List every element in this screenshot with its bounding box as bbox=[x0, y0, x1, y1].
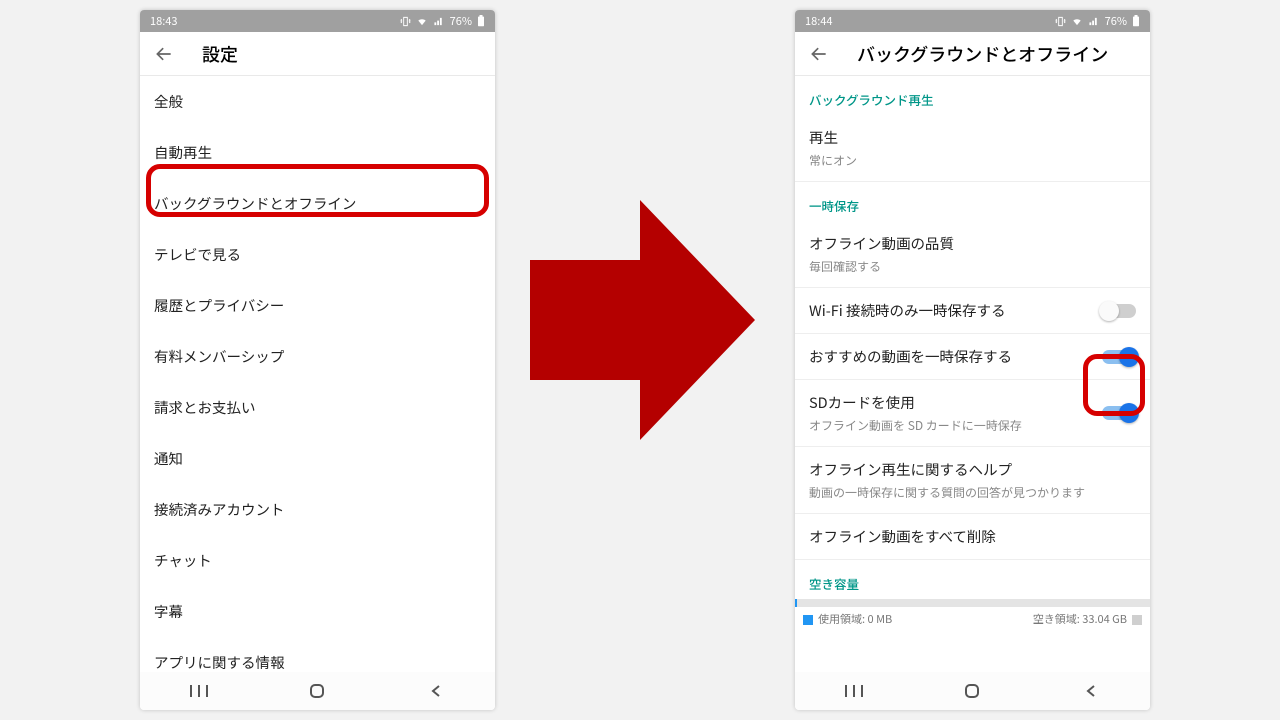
settings-row[interactable]: アプリに関する情報 bbox=[140, 637, 495, 672]
settings-row[interactable]: 自動再生 bbox=[140, 127, 495, 178]
home-icon[interactable] bbox=[306, 680, 328, 702]
wifi-icon bbox=[416, 16, 428, 27]
signal-icon bbox=[433, 16, 445, 27]
row-recommended-label: おすすめの動画を一時保存する bbox=[809, 346, 1102, 367]
home-icon[interactable] bbox=[961, 680, 983, 702]
recents-icon[interactable] bbox=[188, 680, 210, 702]
row-quality[interactable]: オフライン動画の品質 毎回確認する bbox=[795, 221, 1150, 288]
row-play[interactable]: 再生 常にオン bbox=[795, 115, 1150, 182]
row-wifi-only[interactable]: Wi-Fi 接続時のみ一時保存する bbox=[795, 288, 1150, 334]
storage-meter: 使用領域: 0 MB 空き領域: 33.04 GB bbox=[795, 599, 1150, 639]
app-bar: バックグラウンドとオフライン bbox=[795, 32, 1150, 76]
battery-icon bbox=[477, 15, 485, 27]
toggle-wifi-only[interactable] bbox=[1102, 304, 1136, 318]
section-storage: 空き容量 bbox=[795, 560, 1150, 599]
section-temp: 一時保存 bbox=[795, 182, 1150, 221]
toggle-sdcard[interactable] bbox=[1102, 406, 1136, 420]
settings-row[interactable]: 全般 bbox=[140, 76, 495, 127]
row-play-label: 再生 bbox=[809, 127, 1136, 148]
stage: 18:43 76% 設定 全般自動再生バックグラウンドとオフラインテレビで見る履… bbox=[0, 0, 1280, 720]
status-battery-text: 76% bbox=[1105, 13, 1127, 29]
settings-row[interactable]: バックグラウンドとオフライン bbox=[140, 178, 495, 229]
settings-row[interactable]: 履歴とプライバシー bbox=[140, 280, 495, 331]
back-icon[interactable] bbox=[807, 42, 831, 66]
row-help-sub: 動画の一時保存に関する質問の回答が見つかります bbox=[809, 484, 1136, 501]
vibrate-icon bbox=[400, 16, 411, 27]
row-help-label: オフライン再生に関するヘルプ bbox=[809, 459, 1136, 480]
android-nav-bar bbox=[795, 672, 1150, 710]
status-time: 18:43 bbox=[150, 13, 177, 29]
page-title: 設定 bbox=[202, 41, 238, 67]
status-time: 18:44 bbox=[805, 13, 832, 29]
settings-row[interactable]: 接続済みアカウント bbox=[140, 484, 495, 535]
row-quality-sub: 毎回確認する bbox=[809, 258, 1136, 275]
page-title: バックグラウンドとオフライン bbox=[857, 41, 1108, 67]
big-arrow-icon bbox=[530, 180, 760, 460]
android-nav-bar bbox=[140, 672, 495, 710]
signal-icon bbox=[1088, 16, 1100, 27]
settings-row[interactable]: 字幕 bbox=[140, 586, 495, 637]
status-bar: 18:44 76% bbox=[795, 10, 1150, 32]
settings-row[interactable]: 請求とお支払い bbox=[140, 382, 495, 433]
legend-used-icon bbox=[803, 615, 813, 625]
row-delete-all-label: オフライン動画をすべて削除 bbox=[809, 526, 1136, 547]
row-delete-all[interactable]: オフライン動画をすべて削除 bbox=[795, 514, 1150, 560]
row-help[interactable]: オフライン再生に関するヘルプ 動画の一時保存に関する質問の回答が見つかります bbox=[795, 447, 1150, 514]
toggle-recommended[interactable] bbox=[1102, 350, 1136, 364]
status-bar: 18:43 76% bbox=[140, 10, 495, 32]
legend-used-text: 使用領域: 0 MB bbox=[818, 611, 892, 627]
row-recommended[interactable]: おすすめの動画を一時保存する bbox=[795, 334, 1150, 380]
battery-icon bbox=[1132, 15, 1140, 27]
back-nav-icon[interactable] bbox=[1080, 680, 1102, 702]
bg-offline-content: バックグラウンド再生 再生 常にオン 一時保存 オフライン動画の品質 毎回確認す… bbox=[795, 76, 1150, 672]
row-play-sub: 常にオン bbox=[809, 152, 1136, 169]
back-nav-icon[interactable] bbox=[425, 680, 447, 702]
status-battery-text: 76% bbox=[450, 13, 472, 29]
row-quality-label: オフライン動画の品質 bbox=[809, 233, 1136, 254]
row-sdcard[interactable]: SDカードを使用 オフライン動画を SD カードに一時保存 bbox=[795, 380, 1150, 447]
wifi-icon bbox=[1071, 16, 1083, 27]
app-bar: 設定 bbox=[140, 32, 495, 76]
phone-bg-offline: 18:44 76% バックグラウンドとオフライン バックグラウンド再生 再生 常… bbox=[795, 10, 1150, 710]
back-icon[interactable] bbox=[152, 42, 176, 66]
legend-free-text: 空き領域: 33.04 GB bbox=[1033, 611, 1127, 627]
recents-icon[interactable] bbox=[843, 680, 865, 702]
vibrate-icon bbox=[1055, 16, 1066, 27]
row-sdcard-sub: オフライン動画を SD カードに一時保存 bbox=[809, 417, 1102, 434]
row-sdcard-label: SDカードを使用 bbox=[809, 392, 1102, 413]
row-wifi-only-label: Wi-Fi 接続時のみ一時保存する bbox=[809, 300, 1102, 321]
storage-bar bbox=[795, 599, 1150, 607]
phone-settings: 18:43 76% 設定 全般自動再生バックグラウンドとオフラインテレビで見る履… bbox=[140, 10, 495, 710]
settings-row[interactable]: テレビで見る bbox=[140, 229, 495, 280]
settings-row[interactable]: 有料メンバーシップ bbox=[140, 331, 495, 382]
status-icons: 76% bbox=[400, 13, 485, 29]
legend-free-icon bbox=[1132, 615, 1142, 625]
storage-legend: 使用領域: 0 MB 空き領域: 33.04 GB bbox=[795, 607, 1150, 631]
settings-row[interactable]: 通知 bbox=[140, 433, 495, 484]
status-icons: 76% bbox=[1055, 13, 1140, 29]
settings-list: 全般自動再生バックグラウンドとオフラインテレビで見る履歴とプライバシー有料メンバ… bbox=[140, 76, 495, 672]
section-bg-play: バックグラウンド再生 bbox=[795, 76, 1150, 115]
settings-row[interactable]: チャット bbox=[140, 535, 495, 586]
